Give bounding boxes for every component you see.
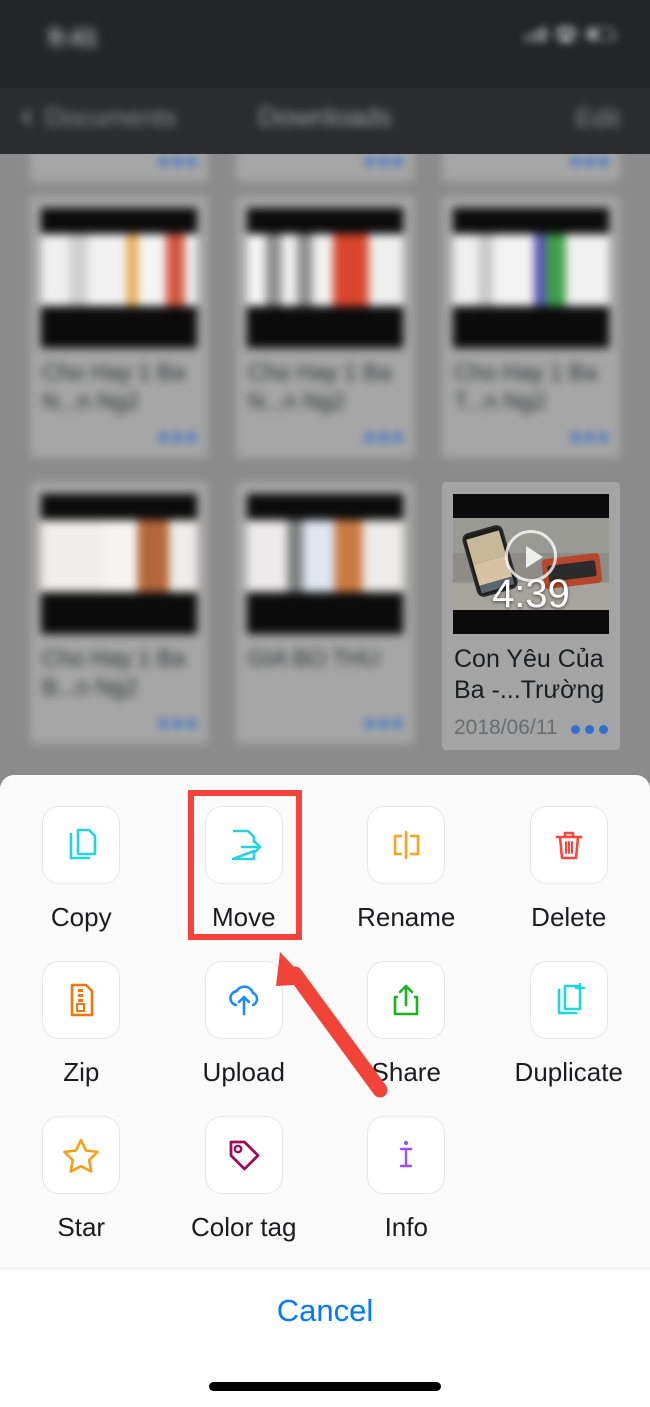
home-indicator bbox=[209, 1382, 441, 1391]
action-grid: Copy Move Rename Delete Zip Upload Share… bbox=[0, 789, 650, 1254]
file-thumbnail: 4:39 bbox=[453, 494, 609, 634]
duplicate-icon-tile bbox=[529, 961, 608, 1039]
copy-icon-tile bbox=[42, 806, 121, 884]
action-label: Copy bbox=[50, 902, 112, 932]
share-icon bbox=[393, 984, 419, 1016]
info-icon bbox=[400, 1140, 413, 1168]
file-card[interactable] bbox=[236, 154, 414, 182]
file-card[interactable]: Cho Hay 1 Ba N...n Ng2 bbox=[30, 196, 208, 458]
file-date: 2018/06/11 bbox=[454, 716, 558, 739]
action-share[interactable]: Share bbox=[325, 944, 488, 1099]
action-label: Rename bbox=[357, 902, 456, 932]
share-icon-tile bbox=[367, 961, 446, 1039]
copy-icon bbox=[69, 828, 97, 860]
signal-icon bbox=[524, 26, 546, 42]
duplicate-icon bbox=[557, 982, 585, 1015]
action-sheet: Copy Move Rename Delete Zip Upload Share… bbox=[0, 775, 650, 1407]
page-title: Downloads bbox=[258, 102, 392, 132]
status-bar-time: 9:41 bbox=[48, 24, 99, 52]
action-label: Star bbox=[57, 1212, 106, 1242]
star-icon bbox=[63, 1138, 100, 1173]
file-card[interactable]: Cho Hay 1 Ba N...n Ng2 bbox=[236, 196, 414, 458]
file-thumbnail bbox=[41, 494, 197, 634]
zip-icon-tile bbox=[42, 961, 121, 1039]
more-dots-icon[interactable] bbox=[365, 157, 402, 166]
action-label: Share bbox=[371, 1057, 441, 1087]
action-delete[interactable]: Delete bbox=[488, 789, 650, 944]
file-name: Cho Hay 1 Ba N...n Ng2 bbox=[42, 359, 186, 414]
status-bar-icons bbox=[524, 26, 616, 42]
more-dots-icon[interactable] bbox=[159, 157, 196, 166]
cloud-upload-icon bbox=[228, 985, 259, 1016]
file-thumbnail bbox=[453, 208, 609, 348]
action-upload[interactable]: Upload bbox=[163, 944, 326, 1099]
file-thumbnail bbox=[247, 494, 403, 634]
more-dots-icon[interactable] bbox=[571, 433, 608, 442]
tag-icon-tile bbox=[204, 1116, 283, 1194]
file-name: Con Yêu Của Ba -...Trường bbox=[454, 645, 605, 704]
move-icon-tile bbox=[204, 806, 283, 884]
action-label: Upload bbox=[202, 1057, 285, 1087]
action-label: Color tag bbox=[191, 1212, 297, 1242]
more-dots-icon[interactable] bbox=[365, 433, 402, 442]
file-card[interactable]: Cho Hay 1 Ba B...n Ng2 bbox=[30, 482, 208, 744]
action-label: Zip bbox=[63, 1057, 100, 1087]
battery-icon bbox=[586, 27, 616, 41]
file-name: GIA BO THU bbox=[248, 645, 380, 671]
sheet-footer: Cancel bbox=[0, 1269, 650, 1407]
action-label: Info bbox=[384, 1212, 428, 1242]
file-card[interactable]: Cho Hay 1 Ba T...n Ng2 bbox=[442, 196, 620, 458]
more-dots-icon[interactable] bbox=[159, 433, 196, 442]
file-thumbnail bbox=[247, 208, 403, 348]
action-zip[interactable]: Zip bbox=[0, 944, 163, 1099]
wifi-icon bbox=[555, 26, 577, 42]
file-name: Cho Hay 1 Ba T...n Ng2 bbox=[454, 359, 598, 414]
action-copy[interactable]: Copy bbox=[0, 789, 163, 944]
file-thumbnail bbox=[41, 208, 197, 348]
star-icon-tile bbox=[42, 1116, 121, 1194]
file-grid: Cho Hay 1 Ba N...n Ng2 Cho Hay 1 Ba N...… bbox=[0, 154, 650, 780]
action-move[interactable]: Move bbox=[163, 789, 326, 944]
trash-icon bbox=[555, 831, 583, 860]
action-star[interactable]: Star bbox=[0, 1099, 163, 1254]
action-grid-empty-slot bbox=[488, 1099, 650, 1254]
more-dots-icon[interactable] bbox=[365, 719, 402, 728]
cloud-upload-icon-tile bbox=[204, 961, 283, 1039]
file-name: Cho Hay 1 Ba B...n Ng2 bbox=[42, 645, 186, 700]
file-card[interactable] bbox=[30, 154, 208, 182]
action-label: Move bbox=[211, 902, 276, 932]
background-app-dimmed: 9:41 Documents Downloads Edit Cho Hay 1 … bbox=[0, 0, 650, 780]
navigation-bar: Documents Downloads Edit bbox=[0, 88, 650, 154]
zip-icon bbox=[70, 983, 94, 1017]
file-card-selected[interactable]: 4:39 Con Yêu Của Ba -...Trường 2018/06/1… bbox=[442, 482, 620, 750]
file-name: Cho Hay 1 Ba N...n Ng2 bbox=[248, 359, 392, 414]
more-dots-icon[interactable] bbox=[159, 719, 196, 728]
rename-icon-tile bbox=[367, 806, 446, 884]
action-info[interactable]: Info bbox=[325, 1099, 488, 1254]
phone-screen: 9:41 Documents Downloads Edit Cho Hay 1 … bbox=[0, 0, 650, 1407]
more-dots-icon[interactable] bbox=[571, 157, 608, 166]
trash-icon-tile bbox=[529, 806, 608, 884]
file-card[interactable] bbox=[442, 154, 620, 182]
action-color-tag[interactable]: Color tag bbox=[163, 1099, 326, 1254]
edit-button[interactable]: Edit bbox=[575, 103, 620, 134]
action-duplicate[interactable]: Duplicate bbox=[488, 944, 650, 1099]
more-dots-icon[interactable] bbox=[571, 725, 608, 734]
action-label: Delete bbox=[531, 902, 607, 932]
action-rename[interactable]: Rename bbox=[325, 789, 488, 944]
file-card[interactable]: GIA BO THU bbox=[236, 482, 414, 744]
info-icon-tile bbox=[367, 1116, 446, 1194]
rename-icon bbox=[393, 830, 420, 860]
action-label: Duplicate bbox=[514, 1057, 623, 1087]
tag-icon bbox=[229, 1140, 260, 1171]
video-duration: 4:39 bbox=[492, 572, 570, 616]
cancel-button[interactable]: Cancel bbox=[0, 1293, 650, 1329]
move-icon bbox=[231, 829, 262, 861]
status-bar: 9:41 bbox=[0, 0, 650, 88]
